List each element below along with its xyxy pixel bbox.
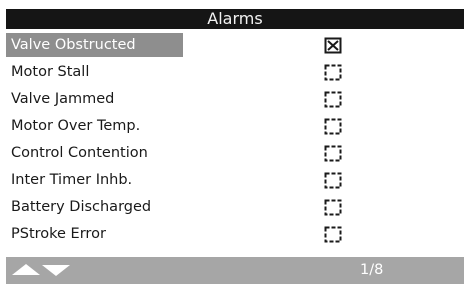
alarm-unchecked-icon — [324, 172, 342, 189]
alarm-label: PStroke Error — [11, 226, 106, 242]
alarm-unchecked-icon — [324, 91, 342, 108]
alarm-unchecked-icon — [324, 118, 342, 135]
alarm-row-valve-jammed[interactable]: Valve Jammed — [6, 87, 464, 111]
nav-arrows[interactable] — [12, 263, 72, 277]
up-arrow-icon — [12, 264, 40, 275]
alarm-row-control-contention[interactable]: Control Contention — [6, 141, 464, 165]
alarm-label: Motor Stall — [11, 64, 90, 80]
alarm-row-valve-obstructed[interactable]: Valve Obstructed — [6, 33, 464, 57]
alarm-label: Valve Jammed — [11, 91, 115, 107]
page-indicator: 1/8 — [360, 262, 384, 278]
alarm-row-motor-stall[interactable]: Motor Stall — [6, 60, 464, 84]
footer-bar: 1/8 — [6, 257, 464, 284]
alarm-label: Battery Discharged — [11, 199, 152, 215]
screen-title: Alarms — [6, 9, 464, 29]
alarm-unchecked-icon — [324, 226, 342, 243]
alarm-row-inter-timer-inhb[interactable]: Inter Timer Inhb. — [6, 168, 464, 192]
alarm-label: Control Contention — [11, 145, 148, 161]
alarm-label: Valve Obstructed — [6, 33, 183, 57]
down-arrow-icon — [42, 265, 70, 276]
alarm-unchecked-icon — [324, 64, 342, 81]
alarm-row-battery-discharged[interactable]: Battery Discharged — [6, 195, 464, 219]
alarm-label: Motor Over Temp. — [11, 118, 141, 134]
alarm-label: Inter Timer Inhb. — [11, 172, 133, 188]
alarm-checked-icon — [324, 37, 342, 54]
alarm-unchecked-icon — [324, 199, 342, 216]
alarm-row-pstroke-error[interactable]: PStroke Error — [6, 222, 464, 246]
alarm-row-motor-over-temp[interactable]: Motor Over Temp. — [6, 114, 464, 138]
alarm-unchecked-icon — [324, 145, 342, 162]
alarms-screen: Alarms Valve Obstructed Motor Stall Valv… — [0, 0, 469, 284]
